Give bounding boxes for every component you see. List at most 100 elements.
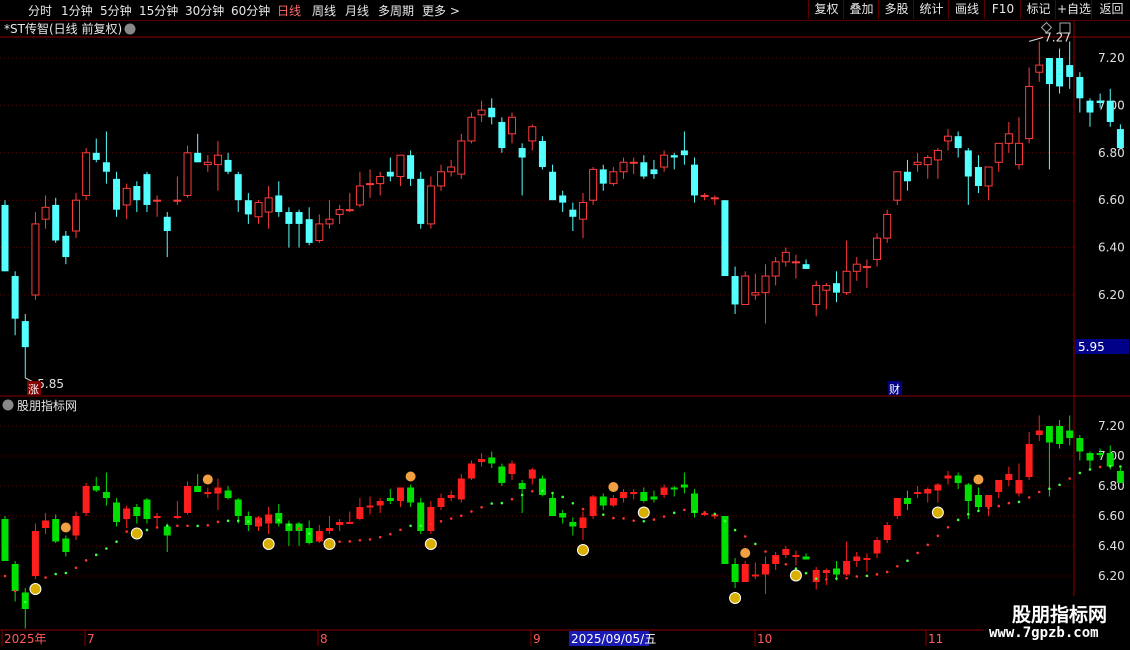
money-bag-icon [130,527,143,540]
ind-body [82,486,90,513]
trend-dot [1048,487,1051,491]
candle-body [680,150,688,156]
stock-chart: 7.207.207.007.006.806.806.606.606.406.40… [0,20,1130,646]
candle-body [822,285,831,291]
candle-body [559,195,567,203]
candle-body [366,183,375,186]
ind-body [1005,474,1013,480]
cursor-date: 2025/09/05/五 [571,632,656,646]
candle-body [599,169,607,184]
main-y-tick: 7.20 [1098,51,1125,65]
trend-dot [825,578,828,581]
trend-dot [84,559,88,562]
candle-body [549,171,557,201]
trend-dot [662,515,666,518]
ind-body [691,493,699,513]
ind-body [173,516,181,518]
ind-body [447,495,455,498]
trend-dot [794,567,798,570]
ind-body [123,508,131,519]
candle-body [396,154,405,177]
trend-dot [551,491,554,495]
watermark-name: 股朋指标网 [1012,604,1108,626]
candle-body [771,261,780,277]
candle-body [335,209,344,215]
ind-body [954,475,962,483]
money-bag-icon [729,592,742,604]
ind-body [143,499,151,519]
candle-body [1116,129,1124,149]
ind-body [194,486,202,492]
candle-body [325,218,334,225]
ind-body [437,498,445,507]
trend-dot [186,524,189,528]
money-bag-icon [29,583,42,595]
candle-body [417,178,425,224]
ind-body [853,556,861,561]
candle-body [102,162,110,172]
ind-body [1035,430,1043,435]
trend-dot [896,564,899,568]
candle-body [578,202,587,220]
trend-dot [541,489,544,493]
trend-dot [419,524,423,528]
ind-body [467,463,475,479]
ind-body [1066,430,1074,438]
ind-body [528,469,536,479]
trend-dot [784,563,788,566]
candle-body [802,264,810,269]
candle-body [832,283,840,293]
trend-dot [94,553,98,557]
candle-body [122,187,131,206]
ind-body [102,492,110,498]
ind-body [630,492,638,494]
ind-body [305,528,313,543]
candle-body [528,126,537,142]
trend-dot [176,524,179,528]
candle-body [761,275,770,294]
candle-body [589,168,598,201]
money-bag-icon [576,544,589,556]
ind-body [356,507,364,519]
candle-body [315,223,324,241]
ind-body [214,487,222,494]
candle-body [691,164,699,196]
candle-body [143,174,151,205]
ind-body [1045,426,1053,443]
candle-body [62,235,70,258]
ind-body [133,507,141,516]
time-label: 10 [757,632,772,646]
trend-dot [429,522,433,525]
trend-dot [470,510,473,513]
candle-body [244,200,252,215]
chevron-down-icon[interactable] [124,23,136,35]
trend-dot [733,528,737,532]
candle-body [650,169,658,175]
trend-dot [23,600,27,604]
trend-dot [571,501,575,505]
chevron-down-icon[interactable] [2,399,14,411]
ind-body [843,561,851,575]
ind-body [903,498,911,504]
candle-body [933,149,942,161]
ind-y-tick: 6.60 [1098,509,1125,523]
trend-dot [338,540,341,543]
trend-dot [936,534,940,538]
candle-body [721,200,729,277]
ind-body [336,522,344,525]
trend-dot [297,527,301,530]
main-y-tick: 6.60 [1098,193,1125,207]
runner-icon [973,474,984,485]
ind-body [772,555,780,564]
ind-body [812,570,820,582]
trend-dot [561,495,564,499]
trend-dot [875,573,879,576]
ind-body [650,496,658,500]
candle-body [31,223,40,296]
candle-body [437,171,446,187]
ind-body [640,492,648,501]
ind-body [731,564,739,582]
ind-body [579,517,587,528]
trend-dot [1037,490,1041,494]
money-bag-icon [323,538,336,550]
